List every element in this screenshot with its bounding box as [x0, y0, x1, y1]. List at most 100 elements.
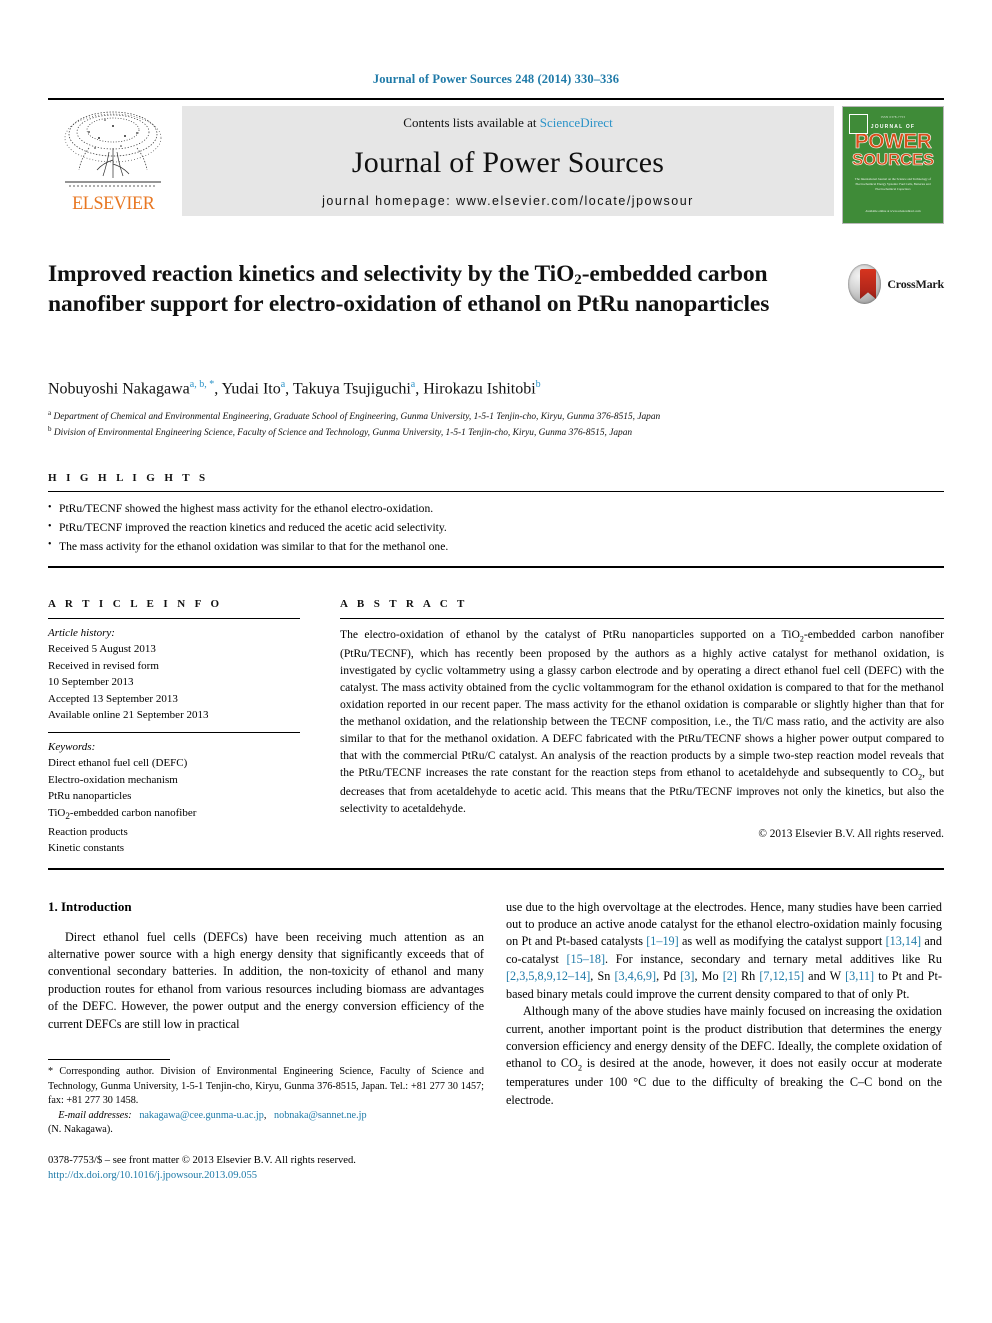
footnote-text: * Corresponding author. Division of Envi… [48, 1066, 484, 1136]
affiliation-list: a Department of Chemical and Environment… [48, 409, 944, 440]
cover-sources-word: SOURCES [852, 150, 935, 170]
imprint-block: 0378-7753/$ – see front matter © 2013 El… [48, 1153, 484, 1184]
highlights-list: PtRu/TECNF showed the highest mass activ… [48, 492, 944, 565]
affiliation-item: b Division of Environmental Engineering … [48, 425, 944, 440]
cover-power-word: POWER [854, 130, 932, 153]
citation-ref[interactable]: [3] [680, 969, 694, 983]
article-history-label: Article history: [48, 626, 115, 639]
sciencedirect-link[interactable]: ScienceDirect [540, 115, 613, 130]
body-columns: 1. Introduction Direct ethanol fuel cell… [48, 899, 944, 1184]
cover-bottom-text: Available online at www.sciencedirect.co… [865, 208, 921, 213]
author-affiliation-marks: a [410, 379, 416, 390]
intro-r1-e: , Sn [590, 969, 615, 984]
affiliation-mark: a [48, 409, 52, 418]
introduction-heading: 1. Introduction [48, 898, 132, 914]
article-history-group: Article history: Received 5 August 2013 … [48, 625, 300, 724]
history-item: 10 September 2013 [48, 676, 134, 689]
corresponding-author-footnote: * Corresponding author. Division of Envi… [48, 1059, 484, 1138]
journal-masthead: ELSEVIER Contents lists available at Sci… [48, 98, 944, 224]
email-addresses-label: E-mail addresses: [58, 1109, 132, 1121]
citation-ref[interactable]: [3,11] [845, 969, 874, 983]
citation-ref[interactable]: [1–19] [646, 934, 679, 948]
keyword-tio2-pre: TiO [48, 806, 66, 819]
citation-ref[interactable]: [2,3,5,8,9,12–14] [506, 969, 590, 983]
citation-ref[interactable]: [3,4,6,9] [614, 969, 656, 983]
highlight-item: PtRu/TECNF showed the highest mass activ… [48, 500, 944, 519]
imprint-line: 0378-7753/$ – see front matter © 2013 El… [48, 1155, 356, 1167]
affiliation-mark: b [48, 424, 52, 433]
journal-cover-thumbnail: ISSN 0378-7753 JOURNAL OF POWER SOURCES … [842, 106, 944, 224]
doi-link[interactable]: http://dx.doi.org/10.1016/j.jpowsour.201… [48, 1168, 484, 1183]
affiliation-text: Division of Environmental Engineering Sc… [53, 427, 633, 438]
journal-title: Journal of Power Sources [351, 145, 665, 179]
intro-r1-h: Rh [736, 969, 760, 984]
email-owner: (N. Nakagawa). [48, 1124, 113, 1136]
article-title: Improved reaction kinetics and selectivi… [48, 260, 808, 320]
intro-r1-i: and W [804, 969, 846, 984]
body-column-right: use due to the high overvoltage at the e… [506, 899, 942, 1184]
title-part-1: Improved reaction kinetics and selectivi… [48, 261, 575, 287]
cover-blurb: The International Journal on the Science… [854, 177, 932, 192]
title-subscript: 2 [574, 272, 582, 288]
abstract-text: The electro-oxidation of ethanol by the … [340, 626, 944, 817]
history-item: Available online 21 September 2013 [48, 709, 209, 722]
history-item: Received 5 August 2013 [48, 643, 156, 656]
info-abstract-row: A R T I C L E I N F O Article history: R… [48, 598, 944, 857]
keyword-item: Direct ethanol fuel cell (DEFC) [48, 757, 188, 770]
keywords-group: Keywords: Direct ethanol fuel cell (DEFC… [48, 739, 300, 857]
crossmark-badge[interactable]: CrossMark [848, 262, 944, 306]
corresponding-author-text: * Corresponding author. Division of Envi… [48, 1066, 484, 1107]
intro-r1-b: as well as modifying the catalyst suppor… [678, 934, 886, 949]
keywords-rule [48, 731, 300, 733]
history-item: Received in revised form [48, 659, 159, 672]
citation-ref[interactable]: [7,12,15] [759, 969, 804, 983]
abstract-rule [340, 617, 944, 619]
contents-available-line: Contents lists available at ScienceDirec… [403, 115, 612, 131]
keyword-item: PtRu nanoparticles [48, 790, 132, 803]
intro-r1-d: . For instance, secondary and ternary me… [605, 951, 942, 966]
keyword-item: Electro-oxidation mechanism [48, 773, 178, 786]
abstract-part-2: -embedded carbon nanofiber (PtRu/TECNF),… [340, 627, 944, 779]
crossmark-label: CrossMark [887, 276, 944, 291]
footnote-rule [48, 1059, 170, 1061]
article-info-heading: A R T I C L E I N F O [48, 597, 223, 610]
intro-paragraph-right-1: use due to the high overvoltage at the e… [506, 899, 942, 1004]
email-link-1[interactable]: nakagawa@cee.gunma-u.ac.jp [139, 1110, 264, 1121]
intro-r1-f: , Pd [656, 969, 681, 984]
running-head: Journal of Power Sources 248 (2014) 330–… [372, 72, 620, 86]
author-affiliation-marks: b [535, 379, 541, 390]
abstract-copyright: © 2013 Elsevier B.V. All rights reserved… [758, 828, 944, 841]
article-info-column: A R T I C L E I N F O Article history: R… [48, 598, 330, 857]
abstract-part-1: The electro-oxidation of ethanol by the … [340, 627, 800, 641]
journal-homepage-line[interactable]: journal homepage: www.elsevier.com/locat… [322, 194, 694, 208]
affiliation-text: Department of Chemical and Environmental… [53, 412, 661, 423]
history-item: Accepted 13 September 2013 [48, 692, 178, 705]
keyword-tio2-post: -embedded carbon nanofiber [69, 806, 197, 819]
highlights-section: H I G H L I G H T S PtRu/TECNF showed th… [48, 472, 944, 568]
intro-paragraph-left: Direct ethanol fuel cells (DEFCs) have b… [48, 929, 484, 1031]
affiliation-item: a Department of Chemical and Environment… [48, 409, 944, 424]
cover-elsevier-mark-icon [849, 114, 868, 134]
author-list: Nobuyoshi Nakagawaa, b, *, Yudai Itoa, T… [48, 379, 541, 398]
article-page: Journal of Power Sources 248 (2014) 330–… [0, 0, 992, 1323]
abstract-column: A B S T R A C T The electro-oxidation of… [330, 598, 944, 857]
email-link-2[interactable]: nobnaka@sannet.ne.jp [274, 1110, 367, 1121]
author-name: Takuya Tsujiguchi [292, 380, 411, 398]
highlights-heading: H I G H L I G H T S [48, 472, 209, 485]
highlight-item: The mass activity for the ethanol oxidat… [48, 537, 944, 557]
elsevier-tree-icon [64, 111, 162, 187]
author-name: Nobuyoshi Nakagawa [48, 380, 190, 398]
author-name: Hirokazu Ishitobi [423, 380, 536, 398]
keyword-item: Reaction products [48, 825, 128, 838]
article-info-body: Article history: Received 5 August 2013 … [48, 625, 300, 857]
elsevier-wordmark: ELSEVIER [71, 193, 155, 214]
cover-issn: ISSN 0378-7753 [880, 115, 906, 119]
intro-paragraph-right-2: Although many of the above studies have … [506, 1003, 942, 1109]
citation-ref[interactable]: [15–18] [566, 952, 605, 966]
citation-ref[interactable]: [13,14] [886, 934, 922, 948]
contents-prefix: Contents lists available at [403, 115, 540, 130]
author-name: Yudai Ito [221, 380, 281, 398]
body-column-left: 1. Introduction Direct ethanol fuel cell… [48, 899, 484, 1184]
citation-ref[interactable]: [2] [723, 969, 737, 983]
masthead-center-panel: Contents lists available at ScienceDirec… [182, 106, 834, 216]
